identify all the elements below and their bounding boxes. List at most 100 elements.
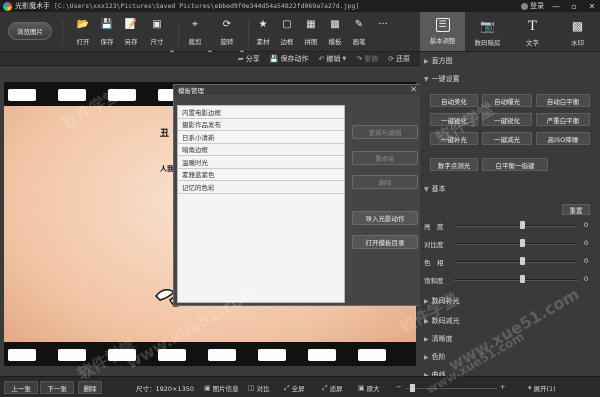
resize-button[interactable]: ▣ 尺寸 xyxy=(146,18,168,48)
share-icon: ➦ xyxy=(237,54,244,63)
quick-button[interactable]: 白平衡一指键 xyxy=(482,158,548,171)
undo-chevron-down-icon[interactable]: ▼ xyxy=(342,56,346,62)
material-icon: ★ xyxy=(258,18,268,30)
slider-handle[interactable] xyxy=(520,221,526,229)
section-curves[interactable]: ▶ 曲线 xyxy=(420,368,600,376)
quick-button[interactable]: 自动曝光 xyxy=(482,94,532,107)
reset-button[interactable]: 重置 xyxy=(562,204,590,215)
section-clarity[interactable]: ▶ 清晰度 xyxy=(420,332,600,346)
resize-label: 尺寸 xyxy=(150,38,164,46)
delete-template-button[interactable]: 删除 xyxy=(352,175,418,189)
restore-button[interactable]: ▫ xyxy=(568,1,580,11)
original-size-button[interactable]: ▣ 原大 xyxy=(358,383,380,393)
more-button[interactable]: ··· xyxy=(372,18,394,48)
contrast-slider[interactable]: 对比度 0 xyxy=(420,236,600,250)
brush-button[interactable]: ✎ 画笔 xyxy=(348,18,370,48)
restore-original-button[interactable]: ⟳ 还原 xyxy=(388,54,410,64)
slider-track[interactable] xyxy=(454,243,578,245)
section-label: 数码补光 xyxy=(431,297,460,305)
material-button[interactable]: ★ 素材 xyxy=(252,18,274,48)
slider-track[interactable] xyxy=(454,225,578,227)
redo-button[interactable]: ↷ 重做 xyxy=(356,54,378,64)
slider-handle[interactable] xyxy=(520,275,526,283)
list-item[interactable]: 素雅蓝紫色 xyxy=(178,169,344,181)
update-edit-button[interactable]: 更新与编辑 xyxy=(352,125,418,139)
open-template-folder-button[interactable]: 打开模板目录 xyxy=(352,235,418,249)
tab-text[interactable]: T 文字 xyxy=(510,12,555,51)
undo-button[interactable]: ↶ 撤销 ▼ xyxy=(319,54,347,64)
zoom-in-icon[interactable]: + xyxy=(500,383,505,391)
close-button[interactable]: ✕ xyxy=(586,1,598,11)
crop-button[interactable]: ⌖ 裁剪 xyxy=(184,18,206,48)
expand-filmstrip-button[interactable]: ▾ 展开(1) xyxy=(528,383,556,393)
delete-button[interactable]: 删除 xyxy=(78,381,102,394)
import-action-button[interactable]: 导入光影动作 xyxy=(352,211,418,225)
save-as-button[interactable]: 📝 另存 xyxy=(120,18,142,48)
dialog-title: 模板管理 xyxy=(174,85,420,95)
fit-screen-button[interactable]: ⤢ 适屏 xyxy=(322,383,343,394)
saturation-slider[interactable]: 饱和度 0 xyxy=(420,272,600,286)
slider-handle[interactable] xyxy=(520,257,526,265)
quick-button[interactable]: 一键减光 xyxy=(482,132,532,145)
slider-track[interactable] xyxy=(454,261,578,263)
slider-track[interactable] xyxy=(454,279,578,281)
quick-button[interactable]: 自动白平衡 xyxy=(536,94,590,107)
list-item[interactable]: 记忆的色彩 xyxy=(178,181,344,194)
section-levels[interactable]: ▶ 色阶 xyxy=(420,350,600,364)
dialog-close-icon[interactable]: ✕ xyxy=(410,85,417,95)
brightness-slider[interactable]: 亮 度 0 xyxy=(420,218,600,232)
image-info-button[interactable]: ▣ 图片信息 xyxy=(204,383,239,393)
template-list[interactable]: 内置电影边框 摄影作品发布 日系小清新 暗角边框 温暖时光 素雅蓝紫色 记忆的色… xyxy=(177,105,345,303)
title-bar: 光影魔术手 [C:\Users\xxx123\Pictures\Saved Pi… xyxy=(0,0,600,12)
prev-image-button[interactable]: 上一张 xyxy=(4,381,38,394)
section-quick-adjust[interactable]: ▼ 一键设置 xyxy=(420,72,600,86)
quick-button[interactable]: 严重白平衡 xyxy=(536,113,590,126)
list-item[interactable]: 内置电影边框 xyxy=(178,106,344,119)
next-image-button[interactable]: 下一张 xyxy=(40,381,74,394)
more-icon: ··· xyxy=(378,18,388,30)
section-basic[interactable]: ▼ 基本 xyxy=(420,182,600,196)
tab-basic-adjust[interactable]: ☰ 基本调整 xyxy=(420,12,465,51)
quick-button[interactable]: 数字点测光 xyxy=(430,158,478,171)
list-item[interactable]: 摄影作品发布 xyxy=(178,119,344,131)
list-item[interactable]: 温暖时光 xyxy=(178,156,344,169)
collage-button[interactable]: ▦ 拼图 xyxy=(300,18,322,48)
section-reduce-light[interactable]: ▶ 数码减光 xyxy=(420,314,600,328)
minimize-button[interactable]: — xyxy=(550,1,562,11)
section-fill-light[interactable]: ▶ 数码补光 xyxy=(420,294,600,308)
slider-handle[interactable] xyxy=(520,239,526,247)
login-label: 登录 xyxy=(530,2,544,10)
quick-button[interactable]: 一键锐化 xyxy=(482,113,532,126)
share-button[interactable]: ➦ 分享 xyxy=(238,54,260,64)
frame-button[interactable]: ▢ 边框 xyxy=(276,18,298,48)
quick-button[interactable]: 一键补光 xyxy=(430,132,478,145)
tab-watermark[interactable]: ▩ 水印 xyxy=(555,12,600,51)
save-action-icon: 💾 xyxy=(269,54,279,63)
tab-digital-darkroom[interactable]: 📷 数码暗房 xyxy=(465,12,510,51)
tab-label: 水印 xyxy=(571,39,584,47)
zoom-handle[interactable] xyxy=(409,384,415,392)
rename-button[interactable]: 重命名 xyxy=(352,151,418,165)
fullscreen-button[interactable]: ⤢ 全屏 xyxy=(284,383,305,394)
rotate-button[interactable]: ⟳ 旋转 xyxy=(216,18,238,48)
save-action-button[interactable]: 💾 保存动作 xyxy=(270,54,309,64)
resize-icon: ▣ xyxy=(152,18,162,30)
quick-button[interactable]: 一键锐化 xyxy=(430,113,478,126)
list-item[interactable]: 暗角边框 xyxy=(178,144,344,156)
save-button[interactable]: 💾 保存 xyxy=(96,18,118,48)
browse-images-button[interactable]: 浏览图片 xyxy=(8,22,52,40)
open-button[interactable]: 📂 打开 xyxy=(72,18,94,48)
compare-button[interactable]: ◫ 对比 xyxy=(248,383,270,393)
quick-button[interactable]: 自动美化 xyxy=(430,94,478,107)
share-label: 分享 xyxy=(245,54,260,63)
quick-button[interactable]: 高ISO降噪 xyxy=(536,132,590,145)
template-button[interactable]: ▩ 模板 xyxy=(324,18,346,48)
chevron-down-icon: ▾ xyxy=(528,384,532,392)
zoom-out-icon[interactable]: − xyxy=(396,383,401,391)
undo-icon: ↶ xyxy=(318,54,325,63)
hue-slider[interactable]: 色 相 0 xyxy=(420,254,600,268)
login-button[interactable]: 登录 xyxy=(521,1,544,11)
list-item[interactable]: 日系小清新 xyxy=(178,131,344,144)
zoom-slider[interactable] xyxy=(405,384,497,392)
section-histogram[interactable]: ▶ 直方图 xyxy=(420,54,600,68)
